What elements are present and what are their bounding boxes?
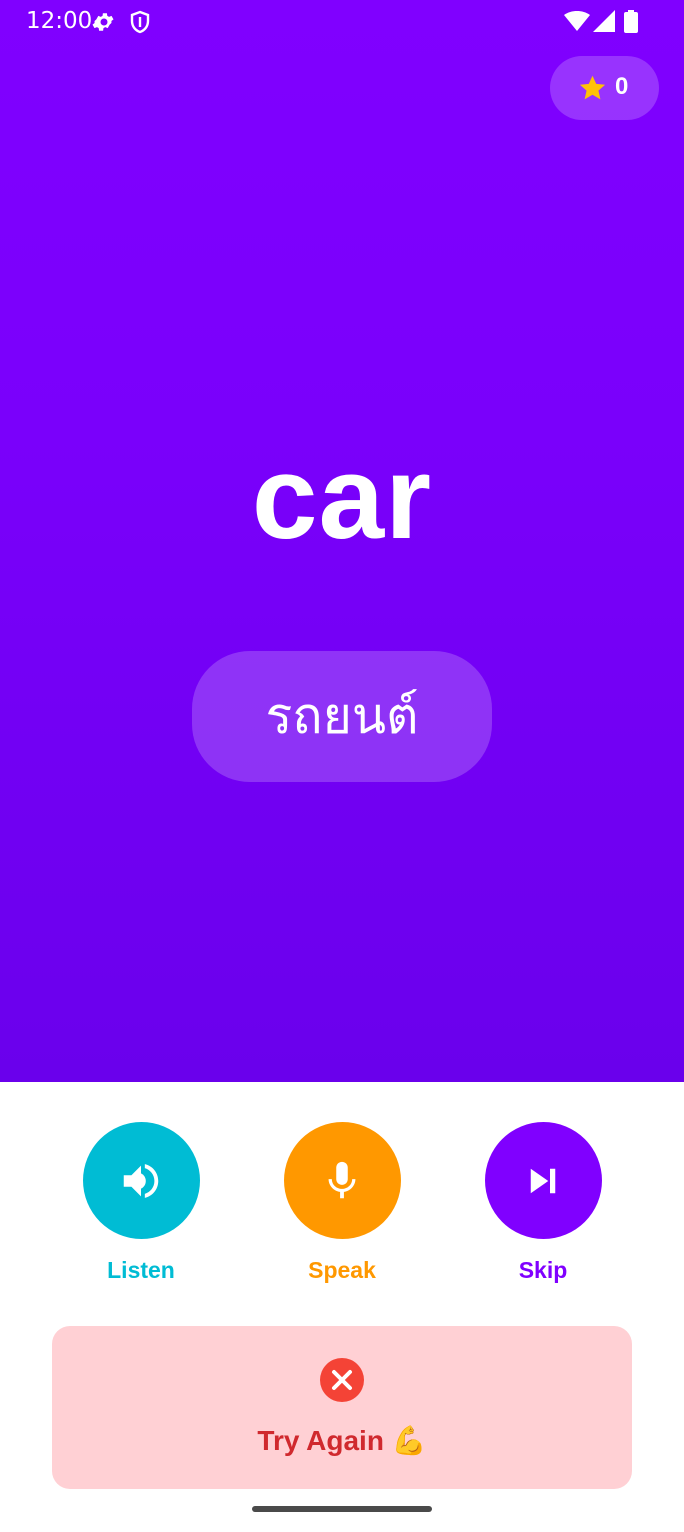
- skip-button[interactable]: [484, 1122, 602, 1239]
- speaker-icon: [123, 1163, 159, 1198]
- home-indicator[interactable]: [252, 1506, 432, 1512]
- battery-icon: [624, 10, 638, 33]
- speak-control: Speak: [282, 1122, 402, 1284]
- skip-next-icon: [530, 1168, 556, 1193]
- translation-badge: รถยนต์: [192, 651, 492, 782]
- feedback-message: Try Again 💪: [257, 1425, 427, 1456]
- word-card-area: 12:00 0 car รถยนต์: [0, 0, 684, 1082]
- speak-label: Speak: [308, 1257, 376, 1283]
- speak-button[interactable]: [283, 1122, 401, 1239]
- error-icon: [320, 1358, 364, 1402]
- listen-button[interactable]: [82, 1122, 200, 1239]
- listen-label: Listen: [107, 1257, 175, 1283]
- score-value: 0: [615, 73, 629, 100]
- status-bar: 12:00: [0, 0, 684, 44]
- status-time: 12:00: [26, 8, 93, 34]
- feedback-banner: Try Again 💪: [52, 1326, 632, 1489]
- skip-control: Skip: [483, 1122, 603, 1284]
- microphone-icon: [328, 1161, 356, 1198]
- skip-label: Skip: [518, 1257, 568, 1283]
- cell-signal-icon: [593, 10, 615, 32]
- wifi-icon: [564, 11, 590, 31]
- translation-text: รถยนต์: [265, 687, 419, 745]
- settings-gear-icon: [92, 13, 114, 31]
- target-word: car: [251, 432, 433, 564]
- shield-icon: [130, 10, 150, 34]
- star-icon: [579, 75, 606, 100]
- listen-control: Listen: [81, 1122, 201, 1284]
- score-badge: 0: [550, 56, 659, 120]
